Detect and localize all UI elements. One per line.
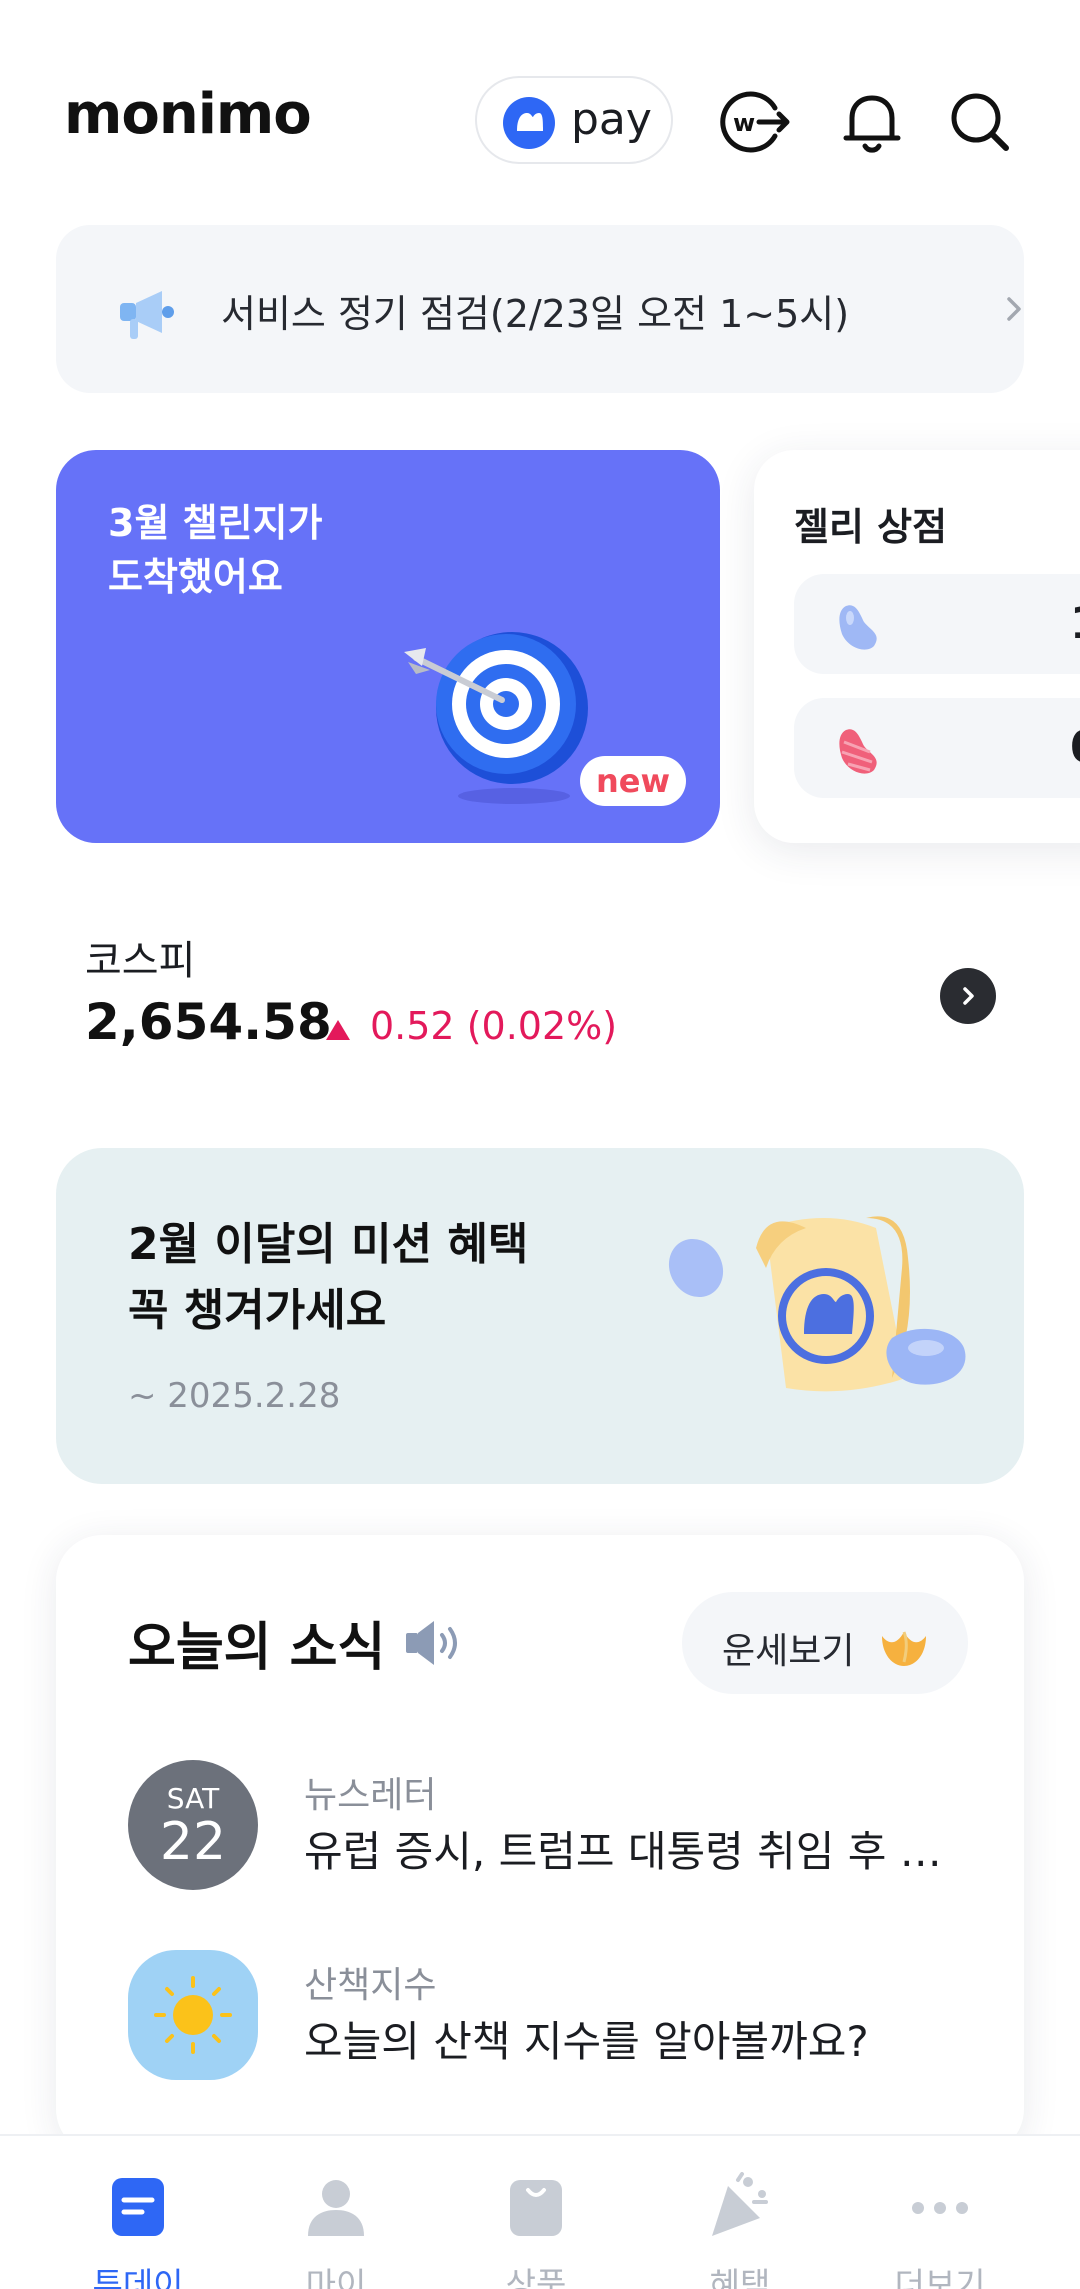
nav-label: 상품	[505, 2265, 567, 2289]
app-screen: monimo pay w 서비스 정기 점검(2/23일 오전 1~5시) 3월…	[0, 0, 1080, 2289]
pink-jelly-count: 0	[1070, 722, 1080, 773]
jelly-store-card[interactable]: 젤리 상점 1 0	[754, 450, 1080, 843]
chevron-right-icon	[996, 291, 1032, 327]
fortune-button[interactable]: 운세보기	[682, 1592, 968, 1694]
kospi-detail-button[interactable]	[940, 968, 996, 1024]
bottom-nav: 투데이 마이 상품 혜택 더보기	[0, 2134, 1080, 2289]
mission-title: 2월 이달의 미션 혜택 꼭 챙겨가세요	[128, 1219, 529, 1336]
item-headline: 유럽 증시, 트럼프 대통령 취임 후 …	[304, 1827, 942, 1876]
item-category: 뉴스레터	[304, 1775, 437, 1816]
today-news-card: 오늘의 소식 운세보기 SAT 22 뉴스레터 유럽 증시, 트럼프 대통령 취…	[56, 1535, 1024, 2155]
new-badge: new	[580, 756, 686, 806]
nav-label: 마이	[305, 2265, 367, 2289]
pay-button[interactable]: pay	[475, 76, 673, 164]
blue-jelly-count: 1	[1070, 598, 1080, 649]
nav-item-benefits[interactable]: 혜택	[650, 2172, 830, 2289]
newsletter-item[interactable]: SAT 22 뉴스레터 유럽 증시, 트럼프 대통령 취임 후 …	[128, 1760, 988, 1900]
sun-icon	[128, 1950, 258, 2080]
app-logo: monimo	[64, 82, 312, 147]
search-icon[interactable]	[940, 82, 1020, 162]
notice-text: 서비스 정기 점검(2/23일 오전 1~5시)	[221, 292, 850, 336]
pay-logo-icon	[503, 97, 555, 149]
speaker-icon[interactable]	[404, 1617, 466, 1669]
jelly-store-title: 젤리 상점	[794, 505, 948, 549]
date-badge: SAT 22	[128, 1760, 258, 1890]
pink-jelly-icon	[830, 722, 886, 778]
item-headline: 오늘의 산책 지수를 알아볼까요?	[304, 2017, 869, 2066]
nav-item-more[interactable]: 더보기	[850, 2172, 1030, 2289]
mission-card[interactable]: 2월 이달의 미션 혜택 꼭 챙겨가세요 ~ 2025.2.28	[56, 1148, 1024, 1484]
up-triangle-icon	[325, 1018, 351, 1042]
item-category: 산책지수	[304, 1965, 437, 2006]
news-title: 오늘의 소식	[128, 1618, 386, 1678]
date-weekday: SAT	[166, 1782, 220, 1815]
kospi-change: 0.52 (0.02%)	[370, 1004, 618, 1048]
kospi-label: 코스피	[85, 938, 196, 984]
nav-label: 투데이	[92, 2265, 184, 2289]
person-icon	[304, 2172, 368, 2238]
fortune-cookie-icon	[878, 1618, 930, 1670]
challenge-title: 3월 챌린지가 도착했어요	[108, 501, 323, 599]
nav-label: 혜택	[709, 2265, 771, 2289]
exchange-icon[interactable]: w	[713, 82, 793, 162]
today-icon	[106, 2172, 170, 2238]
nav-item-today[interactable]: 투데이	[48, 2172, 228, 2289]
date-day: 22	[159, 1812, 227, 1872]
jelly-row-pink: 0	[794, 698, 1080, 798]
notice-banner[interactable]: 서비스 정기 점검(2/23일 오전 1~5시)	[56, 225, 1024, 393]
blue-jelly-icon	[830, 598, 886, 654]
bell-icon[interactable]	[832, 82, 912, 162]
dartboard-icon	[386, 600, 606, 810]
nav-label: 더보기	[894, 2265, 986, 2289]
svg-text:w: w	[733, 109, 755, 137]
walk-index-item[interactable]: 산책지수 오늘의 산책 지수를 알아볼까요?	[128, 1950, 988, 2090]
nav-item-my[interactable]: 마이	[246, 2172, 426, 2289]
fortune-label: 운세보기	[722, 1631, 855, 1672]
mission-date: ~ 2025.2.28	[128, 1376, 341, 1416]
party-popper-icon	[708, 2172, 772, 2238]
jelly-row-blue: 1	[794, 574, 1080, 674]
kospi-value: 2,654.58	[85, 993, 332, 1051]
shopping-bag-icon	[504, 2172, 568, 2238]
nav-item-products[interactable]: 상품	[446, 2172, 626, 2289]
megaphone-icon	[112, 275, 184, 347]
pay-label: pay	[571, 94, 652, 145]
header: monimo pay w	[0, 0, 1080, 210]
challenge-card[interactable]: 3월 챌린지가 도착했어요 new	[56, 450, 720, 843]
mission-scroll-icon	[666, 1188, 996, 1448]
more-dots-icon	[908, 2172, 972, 2238]
